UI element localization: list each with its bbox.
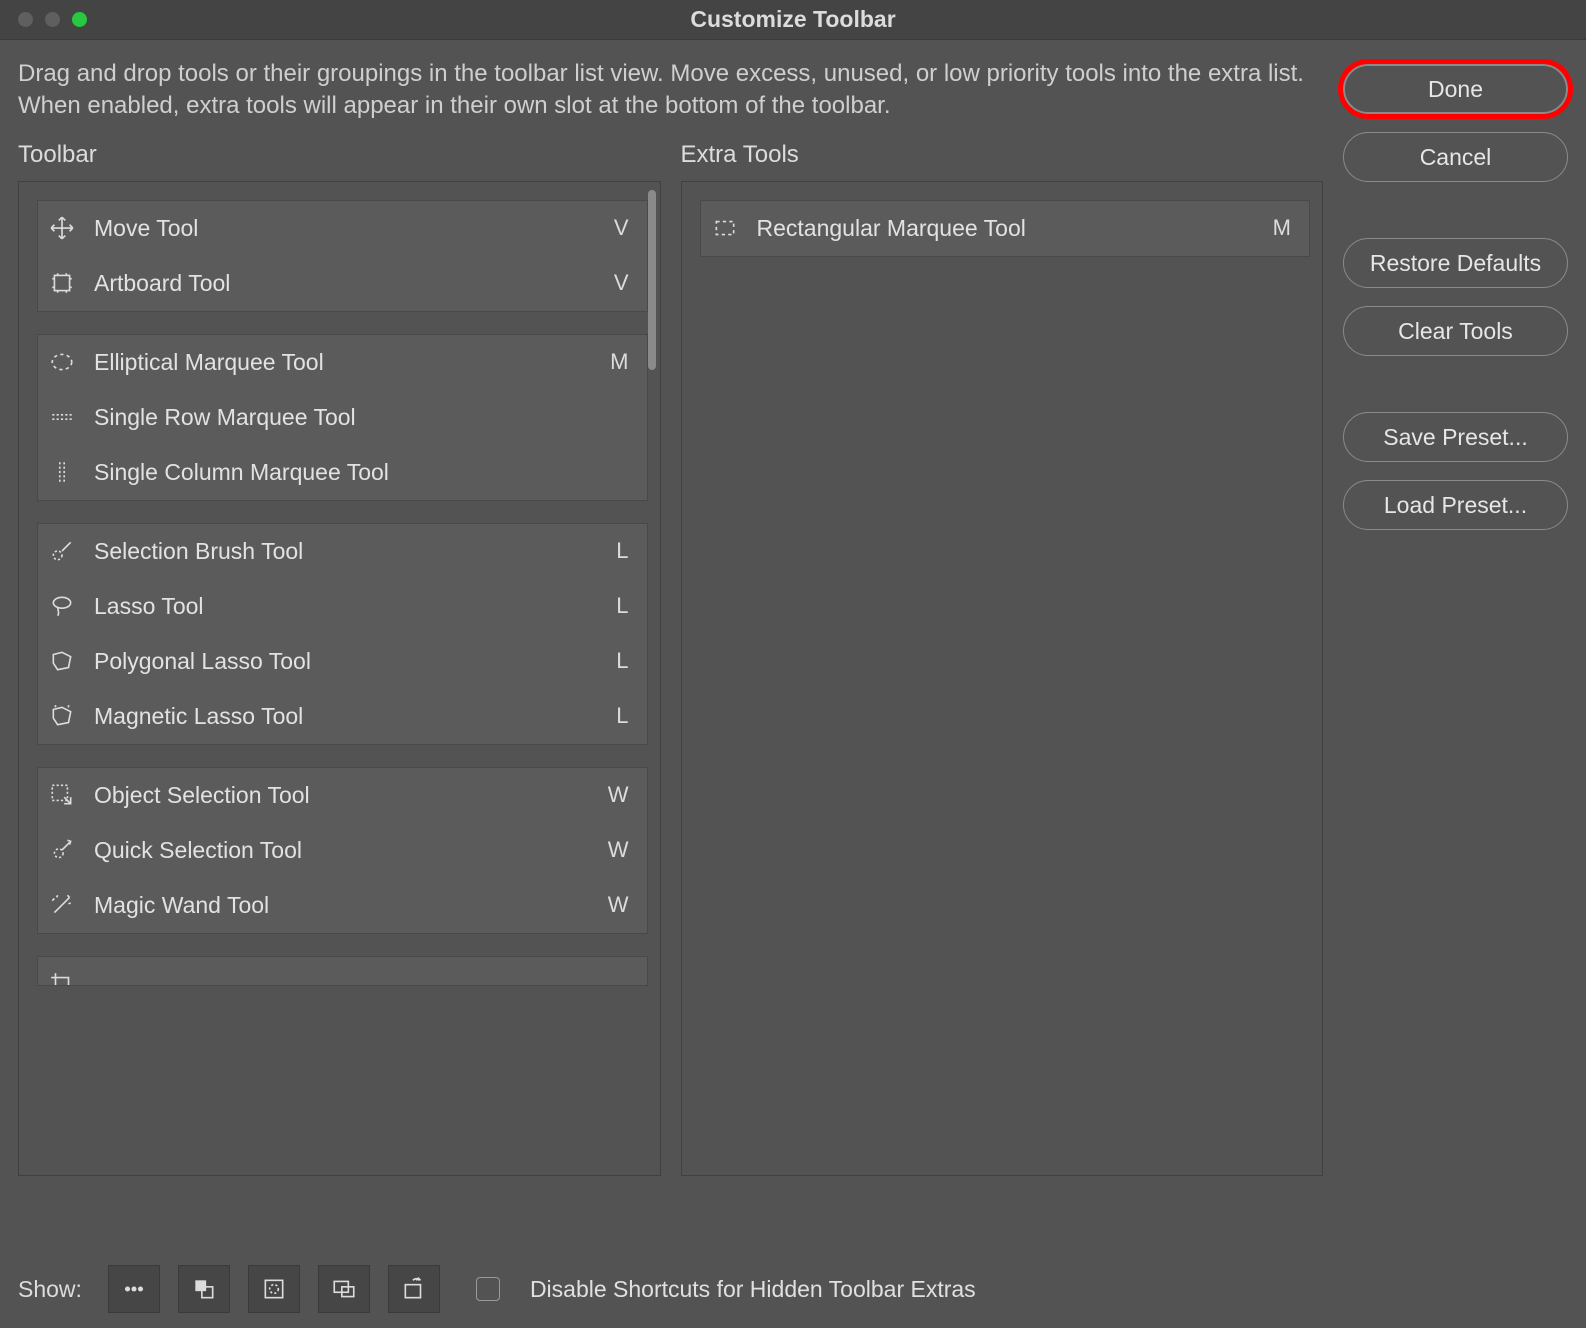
tool-label: Object Selection Tool bbox=[94, 782, 583, 809]
tool-row-magic-wand[interactable]: Magic Wand Tool W bbox=[38, 878, 647, 933]
tool-group[interactable]: Rectangular Marquee Tool M bbox=[700, 200, 1311, 257]
tool-shortcut: L bbox=[599, 538, 629, 564]
tool-group[interactable] bbox=[37, 956, 648, 986]
rectangular-marquee-icon bbox=[709, 212, 741, 244]
save-preset-button[interactable]: Save Preset... bbox=[1343, 412, 1568, 462]
tool-label: Lasso Tool bbox=[94, 593, 583, 620]
extra-tools-list[interactable]: Rectangular Marquee Tool M bbox=[681, 181, 1324, 1176]
tool-shortcut: L bbox=[599, 703, 629, 729]
tool-label: Magnetic Lasso Tool bbox=[94, 703, 583, 730]
tool-shortcut: V bbox=[599, 270, 629, 296]
lasso-icon bbox=[46, 590, 78, 622]
quick-selection-icon bbox=[46, 834, 78, 866]
tool-label: Magic Wand Tool bbox=[94, 892, 583, 919]
tool-shortcut: M bbox=[599, 349, 629, 375]
show-label: Show: bbox=[18, 1276, 82, 1303]
bottom-bar: Show: Disable Shortcuts for Hidden Toolb… bbox=[0, 1250, 1586, 1328]
tool-row-polygonal-lasso[interactable]: Polygonal Lasso Tool L bbox=[38, 634, 647, 689]
restore-defaults-button[interactable]: Restore Defaults bbox=[1343, 238, 1568, 288]
move-icon bbox=[46, 212, 78, 244]
elliptical-marquee-icon bbox=[46, 346, 78, 378]
tool-label: Rectangular Marquee Tool bbox=[757, 215, 1246, 242]
tool-label: Elliptical Marquee Tool bbox=[94, 349, 583, 376]
tool-shortcut: W bbox=[599, 892, 629, 918]
selection-brush-icon bbox=[46, 535, 78, 567]
done-button[interactable]: Done bbox=[1343, 64, 1568, 114]
tool-label: Single Column Marquee Tool bbox=[94, 459, 583, 486]
load-preset-button[interactable]: Load Preset... bbox=[1343, 480, 1568, 530]
tool-row-partial[interactable] bbox=[38, 957, 647, 986]
crop-icon bbox=[46, 968, 78, 986]
tool-shortcut: L bbox=[599, 648, 629, 674]
tool-row-lasso[interactable]: Lasso Tool L bbox=[38, 579, 647, 634]
object-selection-icon bbox=[46, 779, 78, 811]
tool-group[interactable]: Elliptical Marquee Tool M Single Row Mar… bbox=[37, 334, 648, 501]
toggle-screen-mode[interactable] bbox=[318, 1265, 370, 1313]
tool-row-move[interactable]: Move Tool V bbox=[38, 201, 647, 256]
tool-row-object-selection[interactable]: Object Selection Tool W bbox=[38, 768, 647, 823]
tool-group[interactable]: Object Selection Tool W Quick Selection … bbox=[37, 767, 648, 934]
cancel-button[interactable]: Cancel bbox=[1343, 132, 1568, 182]
tool-shortcut: M bbox=[1261, 215, 1291, 241]
dialog-description: Drag and drop tools or their groupings i… bbox=[18, 58, 1323, 123]
tool-shortcut: W bbox=[599, 837, 629, 863]
artboard-icon bbox=[46, 267, 78, 299]
tool-label: Quick Selection Tool bbox=[94, 837, 583, 864]
single-row-marquee-icon bbox=[46, 401, 78, 433]
tool-shortcut: L bbox=[599, 593, 629, 619]
titlebar: Customize Toolbar bbox=[0, 0, 1586, 40]
single-column-marquee-icon bbox=[46, 456, 78, 488]
tool-row-single-column-marquee[interactable]: Single Column Marquee Tool bbox=[38, 445, 647, 500]
tool-row-artboard[interactable]: Artboard Tool V bbox=[38, 256, 647, 311]
tool-shortcut: W bbox=[599, 782, 629, 808]
toggle-foreground-background[interactable] bbox=[178, 1265, 230, 1313]
tool-row-rectangular-marquee[interactable]: Rectangular Marquee Tool M bbox=[701, 201, 1310, 256]
toolbar-list[interactable]: Move Tool V Artboard Tool V bbox=[18, 181, 661, 1176]
tool-group[interactable]: Selection Brush Tool L Lasso Tool L Poly… bbox=[37, 523, 648, 745]
tool-shortcut: V bbox=[599, 215, 629, 241]
disable-shortcuts-label: Disable Shortcuts for Hidden Toolbar Ext… bbox=[530, 1276, 976, 1303]
tool-label: Selection Brush Tool bbox=[94, 538, 583, 565]
tool-row-selection-brush[interactable]: Selection Brush Tool L bbox=[38, 524, 647, 579]
clear-tools-button[interactable]: Clear Tools bbox=[1343, 306, 1568, 356]
magic-wand-icon bbox=[46, 889, 78, 921]
extra-tools-column: Extra Tools Rectangular Marquee Tool M bbox=[681, 141, 1324, 1176]
tool-row-elliptical-marquee[interactable]: Elliptical Marquee Tool M bbox=[38, 335, 647, 390]
tool-label: Single Row Marquee Tool bbox=[94, 404, 583, 431]
polygonal-lasso-icon bbox=[46, 645, 78, 677]
tool-label: Move Tool bbox=[94, 215, 583, 242]
tool-group[interactable]: Move Tool V Artboard Tool V bbox=[37, 200, 648, 312]
scrollbar[interactable] bbox=[648, 190, 656, 370]
toggle-edit-toolbar[interactable] bbox=[388, 1265, 440, 1313]
window-title: Customize Toolbar bbox=[0, 6, 1586, 33]
toolbar-header: Toolbar bbox=[18, 141, 661, 169]
toolbar-column: Toolbar Move Tool V Artboard Tool bbox=[18, 141, 661, 1176]
tool-row-quick-selection[interactable]: Quick Selection Tool W bbox=[38, 823, 647, 878]
tool-row-single-row-marquee[interactable]: Single Row Marquee Tool bbox=[38, 390, 647, 445]
tool-label: Polygonal Lasso Tool bbox=[94, 648, 583, 675]
magnetic-lasso-icon bbox=[46, 700, 78, 732]
tool-row-magnetic-lasso[interactable]: Magnetic Lasso Tool L bbox=[38, 689, 647, 744]
toggle-extra-dots[interactable] bbox=[108, 1265, 160, 1313]
dialog-buttons: Done Cancel Restore Defaults Clear Tools… bbox=[1343, 58, 1568, 1176]
disable-shortcuts-checkbox[interactable] bbox=[476, 1277, 500, 1301]
extra-tools-header: Extra Tools bbox=[681, 141, 1324, 169]
tool-label: Artboard Tool bbox=[94, 270, 583, 297]
toggle-quick-mask[interactable] bbox=[248, 1265, 300, 1313]
